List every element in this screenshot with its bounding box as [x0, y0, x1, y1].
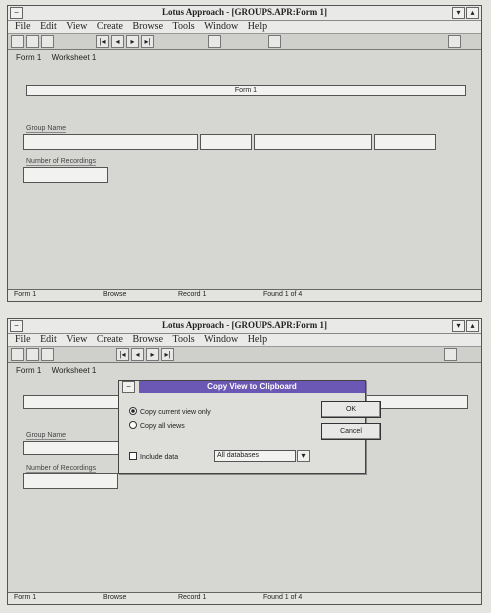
cancel-button[interactable]: Cancel	[321, 423, 381, 440]
minimize-icon[interactable]: ▾	[452, 7, 465, 19]
menu-help[interactable]: Help	[248, 21, 267, 33]
menu-bar: File Edit View Create Browse Tools Windo…	[8, 21, 481, 34]
next-record-icon[interactable]: ▸	[146, 348, 159, 361]
menu-edit[interactable]: Edit	[40, 334, 57, 346]
title-bar: − Lotus Approach - [GROUPS.APR:Form 1] ▾…	[8, 319, 481, 334]
title-bar: − Lotus Approach - [GROUPS.APR:Form 1] ▾…	[8, 6, 481, 21]
menu-view[interactable]: View	[66, 334, 87, 346]
dropdown-arrow-icon[interactable]: ▾	[297, 450, 310, 462]
status-record: Record 1	[178, 291, 207, 298]
status-mode[interactable]: Browse	[103, 291, 126, 298]
num-recordings-field[interactable]	[23, 167, 108, 183]
status-found: Found 1 of 4	[263, 291, 303, 298]
form-title-value: Form 1	[234, 87, 258, 94]
menu-edit[interactable]: Edit	[40, 21, 57, 33]
status-view[interactable]: Form 1	[14, 291, 36, 298]
menu-tools[interactable]: Tools	[173, 334, 195, 346]
window-title: Lotus Approach - [GROUPS.APR:Form 1]	[161, 320, 328, 330]
num-recordings-field[interactable]	[23, 473, 118, 489]
last-record-icon[interactable]: ▸|	[141, 35, 154, 48]
open-icon[interactable]	[11, 35, 24, 48]
save-icon[interactable]	[26, 348, 39, 361]
screenshot-bottom: − Lotus Approach - [GROUPS.APR:Form 1] ▾…	[7, 318, 482, 605]
menu-browse[interactable]: Browse	[132, 21, 163, 33]
group-name-label: Group Name	[26, 125, 67, 133]
menu-help[interactable]: Help	[248, 334, 267, 346]
group-name-label: Group Name	[26, 432, 67, 440]
maximize-icon[interactable]: ▴	[466, 7, 479, 19]
prev-record-icon[interactable]: ◂	[131, 348, 144, 361]
tab-form-1[interactable]: Form 1	[16, 52, 41, 64]
include-data-checkbox[interactable]: Include data	[129, 452, 178, 461]
window-title: Lotus Approach - [GROUPS.APR:Form 1]	[161, 7, 328, 17]
first-record-icon[interactable]: |◂	[96, 35, 109, 48]
num-recordings-label: Number of Recordings	[26, 465, 97, 473]
status-found: Found 1 of 4	[263, 594, 303, 601]
menu-view[interactable]: View	[66, 21, 87, 33]
menu-tools[interactable]: Tools	[173, 21, 195, 33]
field-4[interactable]	[374, 134, 436, 150]
chart-icon[interactable]	[448, 35, 461, 48]
view-tabs: Form 1 Worksheet 1	[8, 365, 481, 377]
field-3[interactable]	[254, 134, 372, 150]
checkbox-icon	[129, 452, 137, 460]
ok-button[interactable]: OK	[321, 401, 381, 418]
status-bar: Form 1 Browse Record 1 Found 1 of 4	[8, 289, 481, 301]
menu-file[interactable]: File	[15, 21, 31, 33]
copy-view-dialog: − Copy View to Clipboard Copy current vi…	[118, 380, 381, 474]
form-title-field[interactable]: Form 1	[26, 85, 466, 96]
view-tabs: Form 1 Worksheet 1	[8, 52, 481, 64]
next-record-icon[interactable]: ▸	[126, 35, 139, 48]
menu-window[interactable]: Window	[204, 334, 238, 346]
num-recordings-label: Number of Recordings	[26, 158, 97, 166]
smarticon-bar: |◂ ◂ ▸ ▸|	[8, 347, 481, 363]
menu-window[interactable]: Window	[204, 21, 238, 33]
smarticon-bar: |◂ ◂ ▸ ▸|	[8, 34, 481, 50]
open-icon[interactable]	[11, 348, 24, 361]
first-record-icon[interactable]: |◂	[116, 348, 129, 361]
sort-icon[interactable]	[268, 35, 281, 48]
field-2[interactable]	[200, 134, 252, 150]
radio-empty-icon	[129, 421, 137, 429]
tab-worksheet-1[interactable]: Worksheet 1	[52, 52, 97, 64]
chart-icon[interactable]	[444, 348, 457, 361]
menu-file[interactable]: File	[15, 334, 31, 346]
menu-create[interactable]: Create	[97, 21, 123, 33]
status-mode[interactable]: Browse	[103, 594, 126, 601]
print-icon[interactable]	[41, 348, 54, 361]
find-icon[interactable]	[208, 35, 221, 48]
dialog-title: Copy View to Clipboard	[139, 381, 365, 393]
status-record: Record 1	[178, 594, 207, 601]
copy-current-radio[interactable]: Copy current view only	[129, 407, 211, 416]
prev-record-icon[interactable]: ◂	[111, 35, 124, 48]
last-record-icon[interactable]: ▸|	[161, 348, 174, 361]
tab-form-1[interactable]: Form 1	[16, 365, 41, 377]
menu-create[interactable]: Create	[97, 334, 123, 346]
save-icon[interactable]	[26, 35, 39, 48]
screenshot-top: − Lotus Approach - [GROUPS.APR:Form 1] ▾…	[7, 5, 482, 302]
group-name-field[interactable]	[23, 441, 123, 455]
tab-worksheet-1[interactable]: Worksheet 1	[52, 365, 97, 377]
copy-all-radio[interactable]: Copy all views	[129, 421, 185, 430]
menu-bar: File Edit View Create Browse Tools Windo…	[8, 334, 481, 347]
status-bar: Form 1 Browse Record 1 Found 1 of 4	[8, 592, 481, 604]
minimize-icon[interactable]: ▾	[452, 320, 465, 332]
group-name-field[interactable]	[23, 134, 198, 150]
menu-browse[interactable]: Browse	[132, 334, 163, 346]
maximize-icon[interactable]: ▴	[466, 320, 479, 332]
status-view[interactable]: Form 1	[14, 594, 36, 601]
print-icon[interactable]	[41, 35, 54, 48]
radio-selected-icon	[129, 407, 137, 415]
databases-select[interactable]: All databases	[214, 450, 296, 462]
dialog-control-menu-icon[interactable]: −	[122, 381, 135, 393]
